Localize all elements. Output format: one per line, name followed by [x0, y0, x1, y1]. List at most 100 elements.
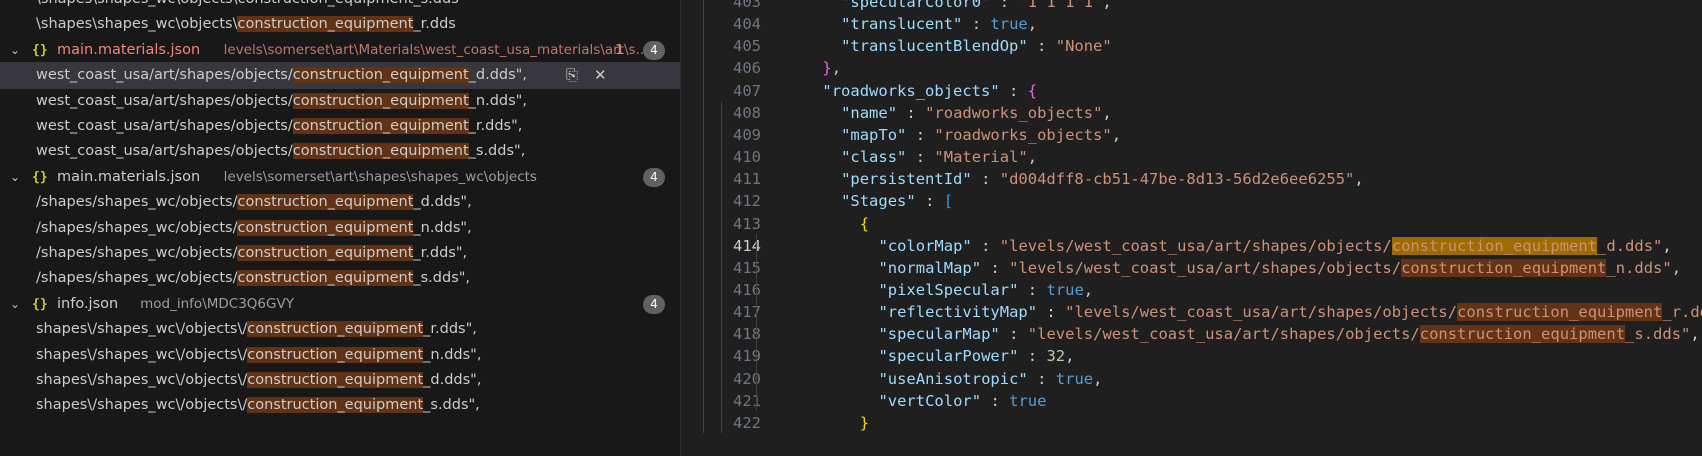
- match-prefix: west_coast_usa/art/shapes/objects/: [36, 67, 293, 84]
- match-text: west_coast_usa/art/shapes/objects/constr…: [36, 62, 527, 89]
- file-header-3[interactable]: ⌄ {} info.json mod_info\MDC3Q6GVY 4: [0, 291, 680, 318]
- editor-line[interactable]: 413 {: [681, 212, 1702, 236]
- file-name: info.json: [57, 295, 119, 312]
- indent-guide: [721, 100, 722, 433]
- match-suffix: _d.dds",: [468, 67, 527, 84]
- file-path: levels\somerset\art\Materials\west_coast…: [223, 41, 649, 58]
- code-text: "normalMap" : "levels/west_coast_usa/art…: [878, 258, 1682, 277]
- file-header-2[interactable]: ⌄ {} main.materials.json levels\somerset\ar…: [0, 164, 680, 191]
- file-name: main.materials.json: [57, 168, 201, 185]
- code-editor[interactable]: 403 "specularColor0" : "1 1 1 1", 404 "tr…: [681, 0, 1702, 456]
- code-text: "class" : "Material",: [841, 148, 1038, 167]
- editor-line[interactable]: 416 "pixelSpecular" : true,: [681, 278, 1702, 302]
- code-text: "reflectivityMap" : "levels/west_coast_u…: [878, 303, 1702, 322]
- editor-line[interactable]: 410 "class" : "Material",: [681, 145, 1702, 169]
- editor-line[interactable]: 409 "mapTo" : "roadworks_objects",: [681, 123, 1702, 147]
- code-text: "Stages" : [: [841, 192, 954, 211]
- match-highlight: construction_equipment: [237, 219, 414, 236]
- editor-line[interactable]: 420 "useAnisotropic" : true,: [681, 367, 1702, 391]
- match-suffix: _n.dds",: [413, 219, 472, 236]
- search-match-row[interactable]: /shapes/shapes_wc/objects/construction_e…: [0, 215, 680, 242]
- match-text: shapes\/shapes_wc\/objects\/construction…: [36, 367, 481, 394]
- match-highlight: construction_equipment: [247, 321, 424, 338]
- match-count-badge: 4: [643, 40, 665, 60]
- file-path: levels\somerset\art\shapes\shapes_wc\obj…: [223, 168, 537, 185]
- code-text: "pixelSpecular" : true,: [878, 280, 1094, 299]
- match-text: /shapes/shapes_wc/objects/construction_e…: [36, 215, 472, 242]
- editor-line[interactable]: 412 "Stages" : [: [681, 189, 1702, 213]
- search-match-row[interactable]: /shapes/shapes_wc/objects/construction_e…: [0, 189, 680, 216]
- match-highlight: construction_equipment: [237, 245, 414, 261]
- match-prefix: west_coast_usa/art/shapes/objects/: [36, 118, 293, 134]
- search-match-row[interactable]: /shapes/shapes_wc/objects/construction_e…: [0, 240, 680, 267]
- code-text: "translucentBlendOp" : "None": [841, 37, 1112, 56]
- line-number: 407: [733, 81, 761, 100]
- editor-line[interactable]: 411 "persistentId" : "d004dff8-cb51-47be…: [681, 167, 1702, 191]
- editor-line[interactable]: 422 }: [681, 411, 1702, 435]
- json-file-icon: {}: [32, 169, 48, 185]
- match-highlight: construction_equipment: [247, 346, 424, 363]
- search-match-row[interactable]: west_coast_usa/art/shapes/objects/constr…: [0, 113, 680, 140]
- code-text: "translucent" : true,: [841, 15, 1038, 34]
- file-header-1[interactable]: ⌄ {} main.materials.json levels\somerset\ar…: [0, 37, 680, 64]
- editor-line[interactable]: 415 "normalMap" : "levels/west_coast_usa…: [681, 256, 1702, 280]
- search-match-row[interactable]: /shapes/shapes_wc/objects/construction_e…: [0, 265, 680, 292]
- match-text: west_coast_usa/art/shapes/objects/constr…: [36, 113, 522, 140]
- code-text: "specularPower" : 32,: [878, 347, 1075, 366]
- match-prefix: shapes\/shapes_wc\/objects\/: [36, 397, 248, 414]
- match-highlight: construction_equipment: [292, 67, 469, 84]
- match-text: west_coast_usa/art/shapes/objects/constr…: [36, 88, 527, 115]
- code-text: "name" : "roadworks_objects",: [841, 103, 1112, 122]
- editor-match-highlight: construction_equipment: [1401, 258, 1607, 277]
- match-text: \shapes\shapes_wc\objects\construction_e…: [36, 11, 456, 38]
- chevron-down-icon[interactable]: ⌄: [10, 164, 20, 191]
- match-highlight: construction_equipment: [237, 194, 414, 211]
- match-count-badge: 4: [643, 167, 665, 187]
- editor-line[interactable]: 408 "name" : "roadworks_objects",: [681, 101, 1702, 125]
- search-match-row[interactable]: shapes\/shapes_wc\/objects\/construction…: [0, 316, 680, 343]
- search-match-row[interactable]: west_coast_usa/art/shapes/objects/constr…: [0, 138, 680, 165]
- editor-line[interactable]: 417 "reflectivityMap" : "levels/west_coa…: [681, 300, 1702, 324]
- code-text: "colorMap" : "levels/west_coast_usa/art/…: [878, 236, 1672, 255]
- match-prefix: \shapes\shapes_wc\objects\: [36, 16, 238, 33]
- code-text: "useAnisotropic" : true,: [878, 369, 1103, 388]
- match-highlight: construction_equipment: [247, 372, 424, 388]
- match-prefix: west_coast_usa/art/shapes/objects/: [36, 92, 293, 109]
- line-number: 406: [733, 59, 761, 78]
- editor-line[interactable]: 419 "specularPower" : 32,: [681, 344, 1702, 368]
- search-match-row[interactable]: west_coast_usa/art/shapes/objects/constr…: [0, 62, 680, 90]
- search-match-row[interactable]: \shapes\shapes_wc\objects\construction_e…: [0, 11, 680, 38]
- match-suffix: _r.dds: [413, 16, 456, 33]
- match-suffix: _s.dds",: [413, 270, 471, 287]
- match-suffix: _r.dds",: [413, 245, 468, 261]
- match-prefix: shapes\/shapes_wc\/objects\/: [36, 321, 248, 338]
- editor-line[interactable]: 404 "translucent" : true,: [681, 12, 1702, 36]
- close-icon[interactable]: ✕: [594, 62, 607, 89]
- editor-line[interactable]: 421 "vertColor" : true: [681, 389, 1702, 413]
- search-match-row[interactable]: shapes\/shapes_wc\/objects\/construction…: [0, 342, 680, 369]
- match-suffix: _r.dds",: [468, 118, 523, 134]
- editor-line[interactable]: 407 "roadworks_objects" : {: [681, 79, 1702, 103]
- editor-line[interactable]: 414 "colorMap" : "levels/west_coast_usa/…: [681, 234, 1702, 258]
- match-text: /shapes/shapes_wc/objects/construction_e…: [36, 189, 472, 216]
- code-text: "persistentId" : "d004dff8-cb51-47be-8d1…: [841, 170, 1364, 189]
- code-text: }: [859, 413, 870, 432]
- replace-icon[interactable]: ⎘: [566, 62, 578, 89]
- chevron-down-icon[interactable]: ⌄: [10, 291, 20, 318]
- match-suffix: _n.dds",: [468, 92, 527, 109]
- editor-line[interactable]: 418 "specularMap" : "levels/west_coast_u…: [681, 322, 1702, 346]
- editor-line[interactable]: 406 },: [681, 56, 1702, 80]
- match-suffix: _s.dds",: [423, 397, 480, 414]
- search-match-row[interactable]: shapes\/shapes_wc\/objects\/construction…: [0, 367, 680, 394]
- editor-line[interactable]: 405 "translucentBlendOp" : "None": [681, 34, 1702, 58]
- match-prefix: /shapes/shapes_wc/objects/: [36, 219, 238, 236]
- match-text: /shapes/shapes_wc/objects/construction_e…: [36, 265, 470, 292]
- search-match-row[interactable]: shapes\/shapes_wc\/objects\/construction…: [0, 392, 680, 419]
- chevron-down-icon[interactable]: ⌄: [10, 37, 20, 64]
- match-prefix: /shapes/shapes_wc/objects/: [36, 245, 238, 261]
- match-suffix: _s.dds",: [468, 143, 526, 160]
- code-text: {: [859, 214, 870, 233]
- search-match-row[interactable]: west_coast_usa/art/shapes/objects/constr…: [0, 88, 680, 115]
- match-highlight: construction_equipment: [247, 397, 424, 414]
- file-name: main.materials.json: [57, 41, 201, 58]
